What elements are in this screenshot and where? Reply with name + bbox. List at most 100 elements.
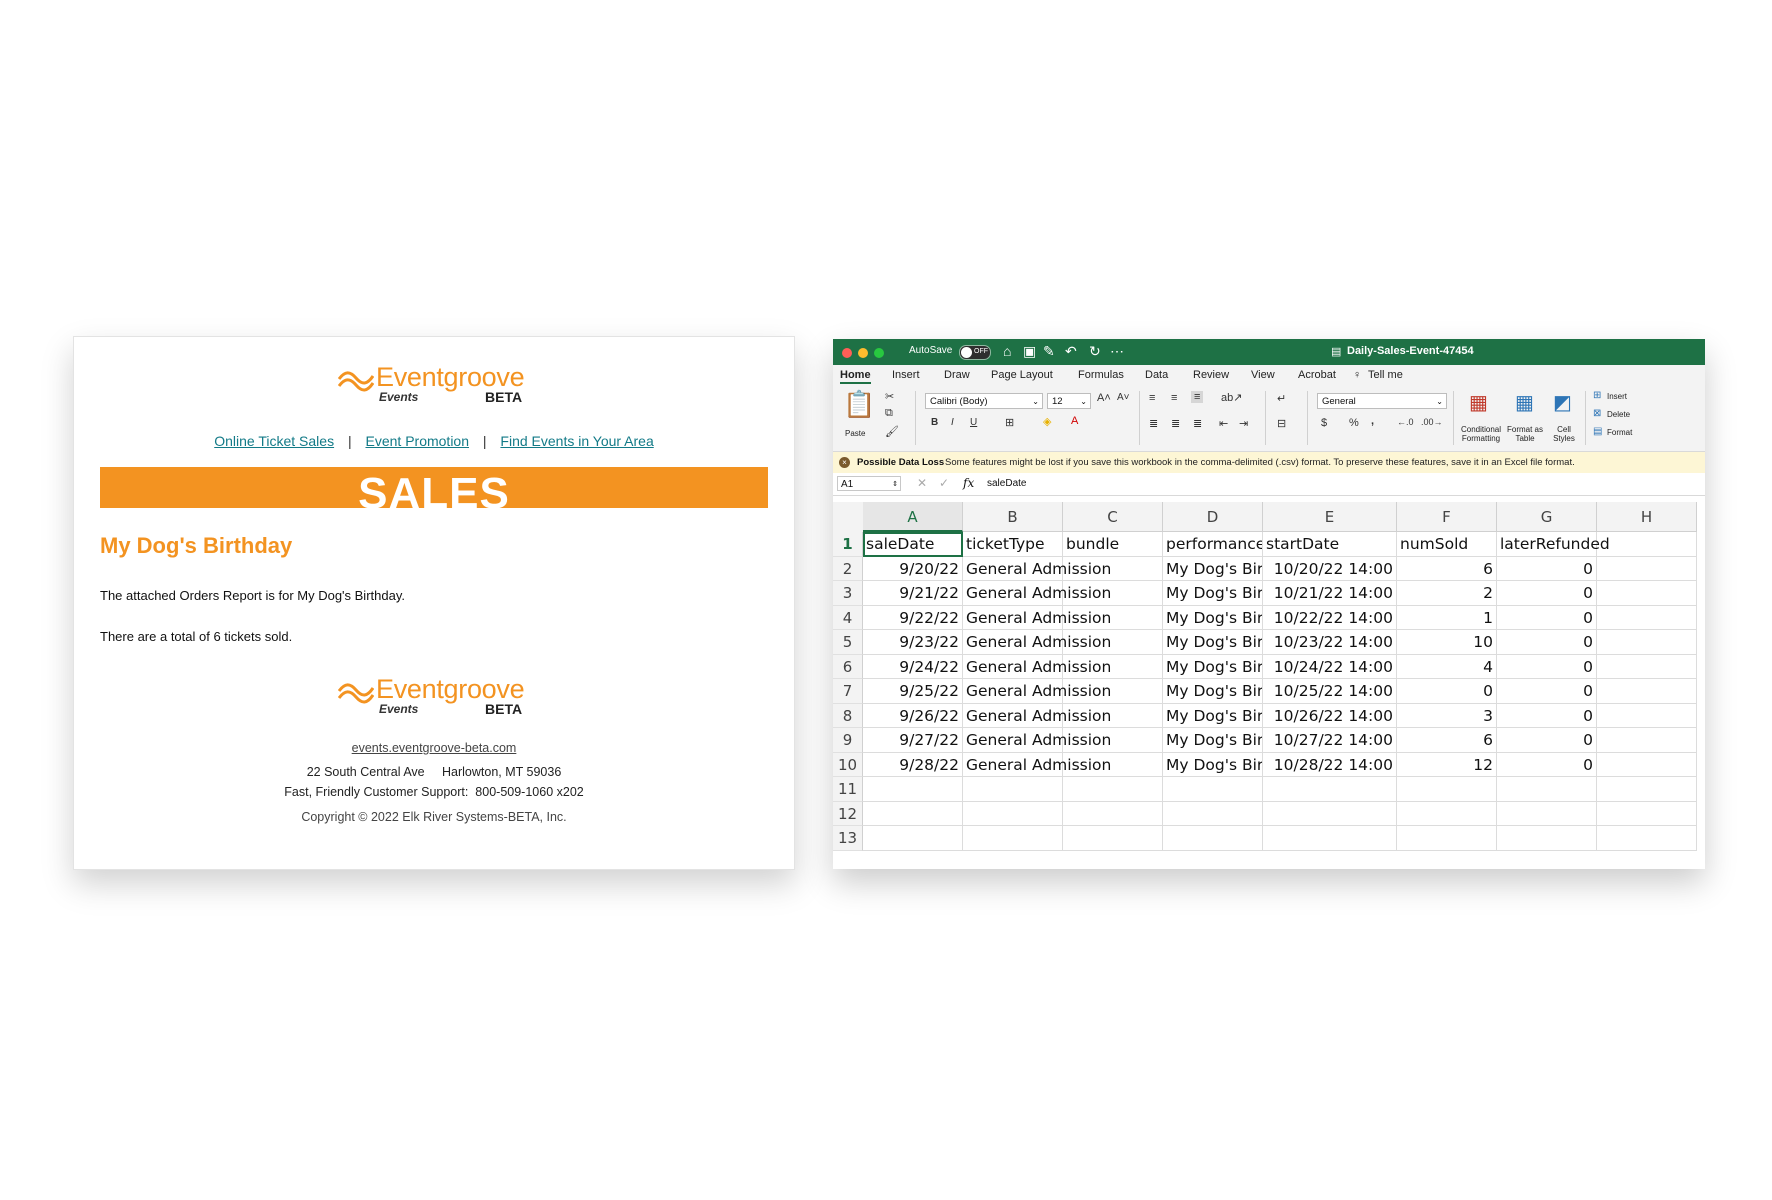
zoom-window-button[interactable] [874,348,884,358]
increase-decimal-icon[interactable]: ←.0 [1397,417,1414,427]
empty-cell[interactable] [1163,777,1263,802]
row-header-11[interactable]: 11 [833,777,863,802]
data-cell[interactable]: 0 [1497,703,1597,728]
tab-home[interactable]: Home [840,369,871,384]
empty-cell[interactable] [1597,556,1697,581]
data-cell[interactable] [1063,605,1163,630]
underline-button[interactable]: U [970,417,977,428]
font-color-icon[interactable]: A [1071,415,1078,427]
empty-cell[interactable] [1597,532,1697,557]
number-format-select[interactable]: General ⌄ [1317,393,1447,409]
data-cell[interactable]: My Dog's Bir [1163,679,1263,704]
empty-cell[interactable] [1597,752,1697,777]
empty-cell[interactable] [1063,801,1163,826]
data-cell[interactable]: 4 [1397,654,1497,679]
conditional-formatting-icon[interactable]: ▦ [1469,390,1488,415]
data-cell[interactable]: My Dog's Bir [1163,703,1263,728]
data-cell[interactable]: 6 [1397,556,1497,581]
tab-review[interactable]: Review [1193,369,1229,381]
row-header-13[interactable]: 13 [833,826,863,851]
data-cell[interactable]: 9/25/22 [863,679,963,704]
data-cell[interactable]: 9/20/22 [863,556,963,581]
currency-button[interactable]: $ [1321,417,1327,429]
data-cell[interactable] [1063,654,1163,679]
column-header-g[interactable]: G [1497,502,1597,532]
tab-acrobat[interactable]: Acrobat [1298,369,1336,381]
data-cell[interactable]: General Admission [963,654,1111,679]
header-cell[interactable]: saleDate [863,532,963,557]
empty-cell[interactable] [1263,826,1397,851]
tell-me-search[interactable]: Tell me [1368,369,1403,381]
empty-cell[interactable] [1397,777,1497,802]
data-cell[interactable]: General Admission [963,703,1111,728]
data-cell[interactable] [1063,630,1163,655]
header-cell[interactable]: numSold [1397,532,1497,557]
data-cell[interactable]: General Admission [963,752,1111,777]
data-cell[interactable]: 10/26/22 14:00 [1263,703,1397,728]
data-cell[interactable] [1063,581,1163,606]
save-icon[interactable]: ▣ [1023,343,1036,360]
data-cell[interactable]: General Admission [963,556,1111,581]
row-header-1[interactable]: 1 [833,532,863,557]
close-window-button[interactable] [842,348,852,358]
row-header-2[interactable]: 2 [833,556,863,581]
data-cell[interactable]: My Dog's Bir [1163,752,1263,777]
empty-cell[interactable] [963,826,1063,851]
empty-cell[interactable] [1497,801,1597,826]
data-cell[interactable]: General Admission [963,605,1111,630]
font-family-select[interactable]: Calibri (Body) ⌄ [925,393,1043,409]
data-cell[interactable]: 10/25/22 14:00 [1263,679,1397,704]
data-cell[interactable]: 3 [1397,703,1497,728]
data-cell[interactable]: 0 [1497,556,1597,581]
decrease-decimal-icon[interactable]: .00→ [1421,417,1443,427]
empty-cell[interactable] [1597,630,1697,655]
empty-cell[interactable] [1597,777,1697,802]
home-icon[interactable]: ⌂ [1003,343,1011,359]
empty-cell[interactable] [1263,801,1397,826]
cancel-icon[interactable]: ✕ [917,476,927,490]
document-title[interactable]: Daily-Sales-Event-47454 [1347,345,1474,357]
data-cell[interactable]: 0 [1497,679,1597,704]
data-cell[interactable]: My Dog's Bir [1163,728,1263,753]
empty-cell[interactable] [1597,826,1697,851]
align-bottom-icon[interactable]: ≡ [1191,391,1204,403]
empty-cell[interactable] [1163,801,1263,826]
fx-icon[interactable]: fx [963,476,974,490]
data-cell[interactable]: 9/22/22 [863,605,963,630]
redo-icon[interactable]: ↻ [1089,343,1101,360]
more-icon[interactable]: ⋯ [1110,343,1124,360]
borders-icon[interactable]: ⊞ [1005,416,1014,429]
tab-draw[interactable]: Draw [944,369,970,381]
header-cell[interactable]: startDate [1263,532,1397,557]
data-cell[interactable]: 6 [1397,728,1497,753]
data-cell[interactable]: 10/28/22 14:00 [1263,752,1397,777]
nav-online-ticket-sales[interactable]: Online Ticket Sales [214,433,334,449]
delete-cells-icon[interactable]: ⊠ [1593,408,1601,419]
nav-event-promotion[interactable]: Event Promotion [366,433,470,449]
select-all-corner[interactable] [833,502,864,533]
minimize-window-button[interactable] [858,348,868,358]
data-cell[interactable] [1063,556,1163,581]
website-link[interactable]: events.eventgroove-beta.com [352,741,517,755]
empty-cell[interactable] [1063,826,1163,851]
decrease-indent-icon[interactable]: ⇤ [1219,417,1228,430]
column-header-c[interactable]: C [1063,502,1163,532]
row-header-3[interactable]: 3 [833,581,863,606]
empty-cell[interactable] [863,777,963,802]
data-cell[interactable]: 0 [1497,728,1597,753]
data-cell[interactable]: 9/27/22 [863,728,963,753]
enter-icon[interactable]: ✓ [939,476,949,490]
edit-icon[interactable]: ✎ [1043,343,1055,360]
delete-cells-label[interactable]: Delete [1607,410,1630,419]
data-cell[interactable]: 0 [1497,605,1597,630]
data-cell[interactable]: My Dog's Bir [1163,556,1263,581]
data-cell[interactable] [1063,679,1163,704]
column-header-b[interactable]: B [963,502,1063,532]
row-header-7[interactable]: 7 [833,679,863,704]
merge-center-icon[interactable]: ⊟ [1277,417,1286,430]
font-size-select[interactable]: 12 ⌄ [1047,393,1091,409]
empty-cell[interactable] [1597,581,1697,606]
comma-button[interactable]: , [1371,415,1374,427]
nav-find-events[interactable]: Find Events in Your Area [500,433,653,449]
data-cell[interactable]: General Admission [963,581,1111,606]
